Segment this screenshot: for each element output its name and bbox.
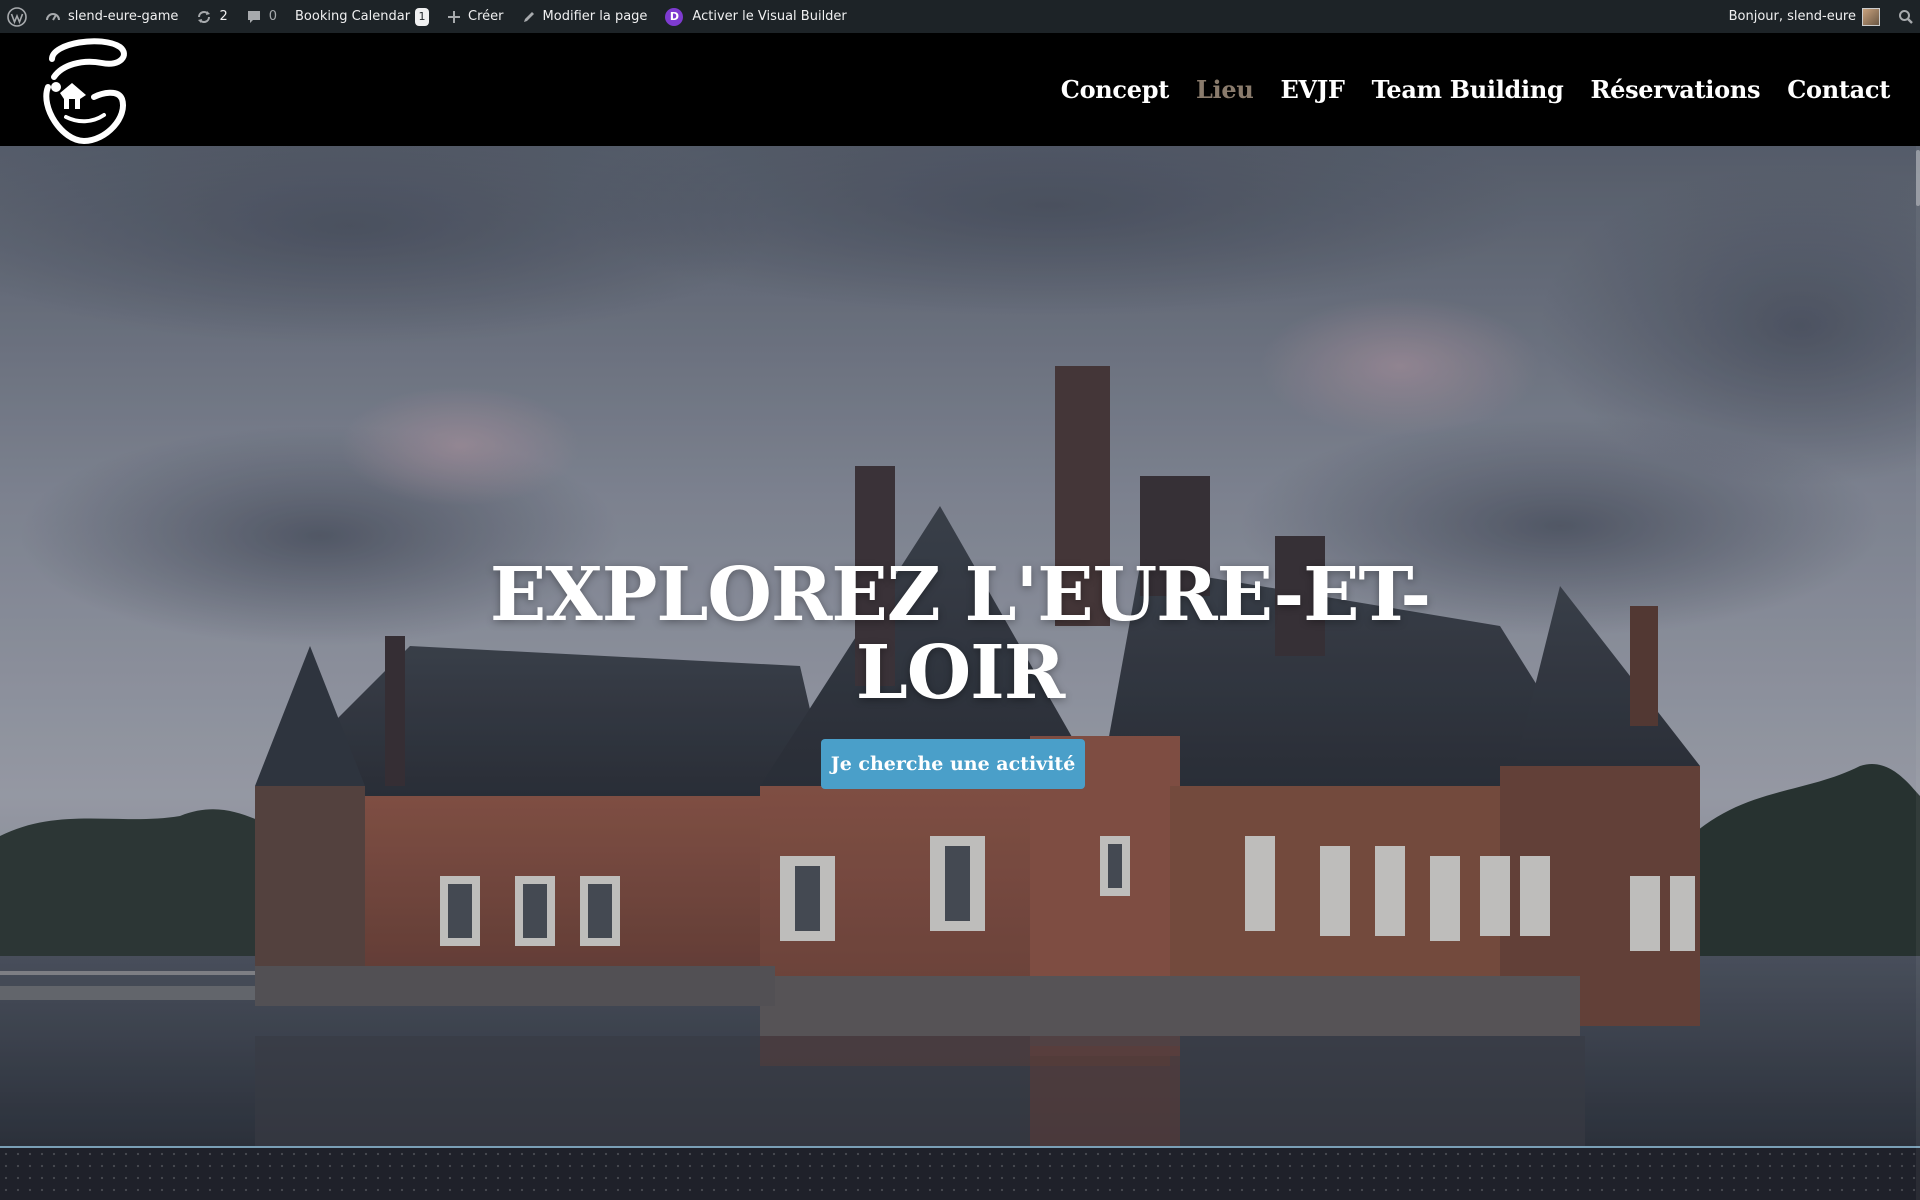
comments-icon [246,9,262,25]
hero-section: EXPLOREZ L'EURE-ET- LOIR Je cherche une … [0,146,1920,1146]
edit-page-label: Modifier la page [542,9,648,24]
greeting-label: Bonjour, slend-eure [1728,9,1856,24]
find-activity-button[interactable]: Je cherche une activité [821,739,1085,789]
divi-icon: D [665,7,684,26]
edit-page-link[interactable]: Modifier la page [513,0,657,33]
nav-reservations[interactable]: Réservations [1590,75,1760,104]
my-account-menu[interactable]: Bonjour, slend-eure [1720,0,1889,33]
dashboard-icon [45,9,61,25]
updates-icon [196,9,212,25]
nav-concept[interactable]: Concept [1061,75,1170,104]
comments-count: 0 [268,9,277,24]
updates-menu[interactable]: 2 [187,0,236,33]
hero-title-line-2: LOIR [855,630,1066,716]
page-scrollbar[interactable] [1916,146,1920,1200]
nav-lieu[interactable]: Lieu [1196,75,1254,104]
site-logo[interactable] [32,37,132,147]
next-section-strip [0,1146,1920,1200]
create-menu[interactable]: Créer [438,0,512,33]
site-header: Concept Lieu EVJF Team Building Réservat… [0,33,1920,146]
site-name-label: slend-eure-game [68,9,179,24]
booking-calendar-menu[interactable]: Booking Calendar 1 [286,0,438,33]
booking-badge: 1 [415,7,430,26]
visual-builder-label: Activer le Visual Builder [692,9,847,24]
visual-builder-link[interactable]: D Activer le Visual Builder [656,0,855,33]
pencil-icon [522,10,536,24]
main-navigation: Concept Lieu EVJF Team Building Réservat… [1034,33,1891,146]
avatar [1862,7,1880,26]
search-icon [1898,9,1914,25]
nav-evjf[interactable]: EVJF [1281,75,1345,104]
hero-title: EXPLOREZ L'EURE-ET- LOIR [0,556,1920,712]
comments-menu[interactable]: 0 [237,0,286,33]
hero-title-line-1: EXPLOREZ L'EURE-ET- [489,552,1431,638]
wp-admin-bar: slend-eure-game 2 0 Booking Calendar 1 C… [0,0,1920,33]
wp-logo-menu[interactable] [0,0,36,33]
logo-icon [43,38,127,145]
create-label: Créer [468,9,504,24]
nav-contact[interactable]: Contact [1787,75,1890,104]
site-name-menu[interactable]: slend-eure-game [36,0,187,33]
updates-count: 2 [219,9,228,24]
plus-icon [447,10,461,24]
wordpress-icon [7,6,27,27]
nav-team-building[interactable]: Team Building [1372,75,1564,104]
booking-calendar-label: Booking Calendar [295,9,411,24]
scrollbar-thumb[interactable] [1916,150,1920,206]
admin-search[interactable] [1889,0,1920,33]
